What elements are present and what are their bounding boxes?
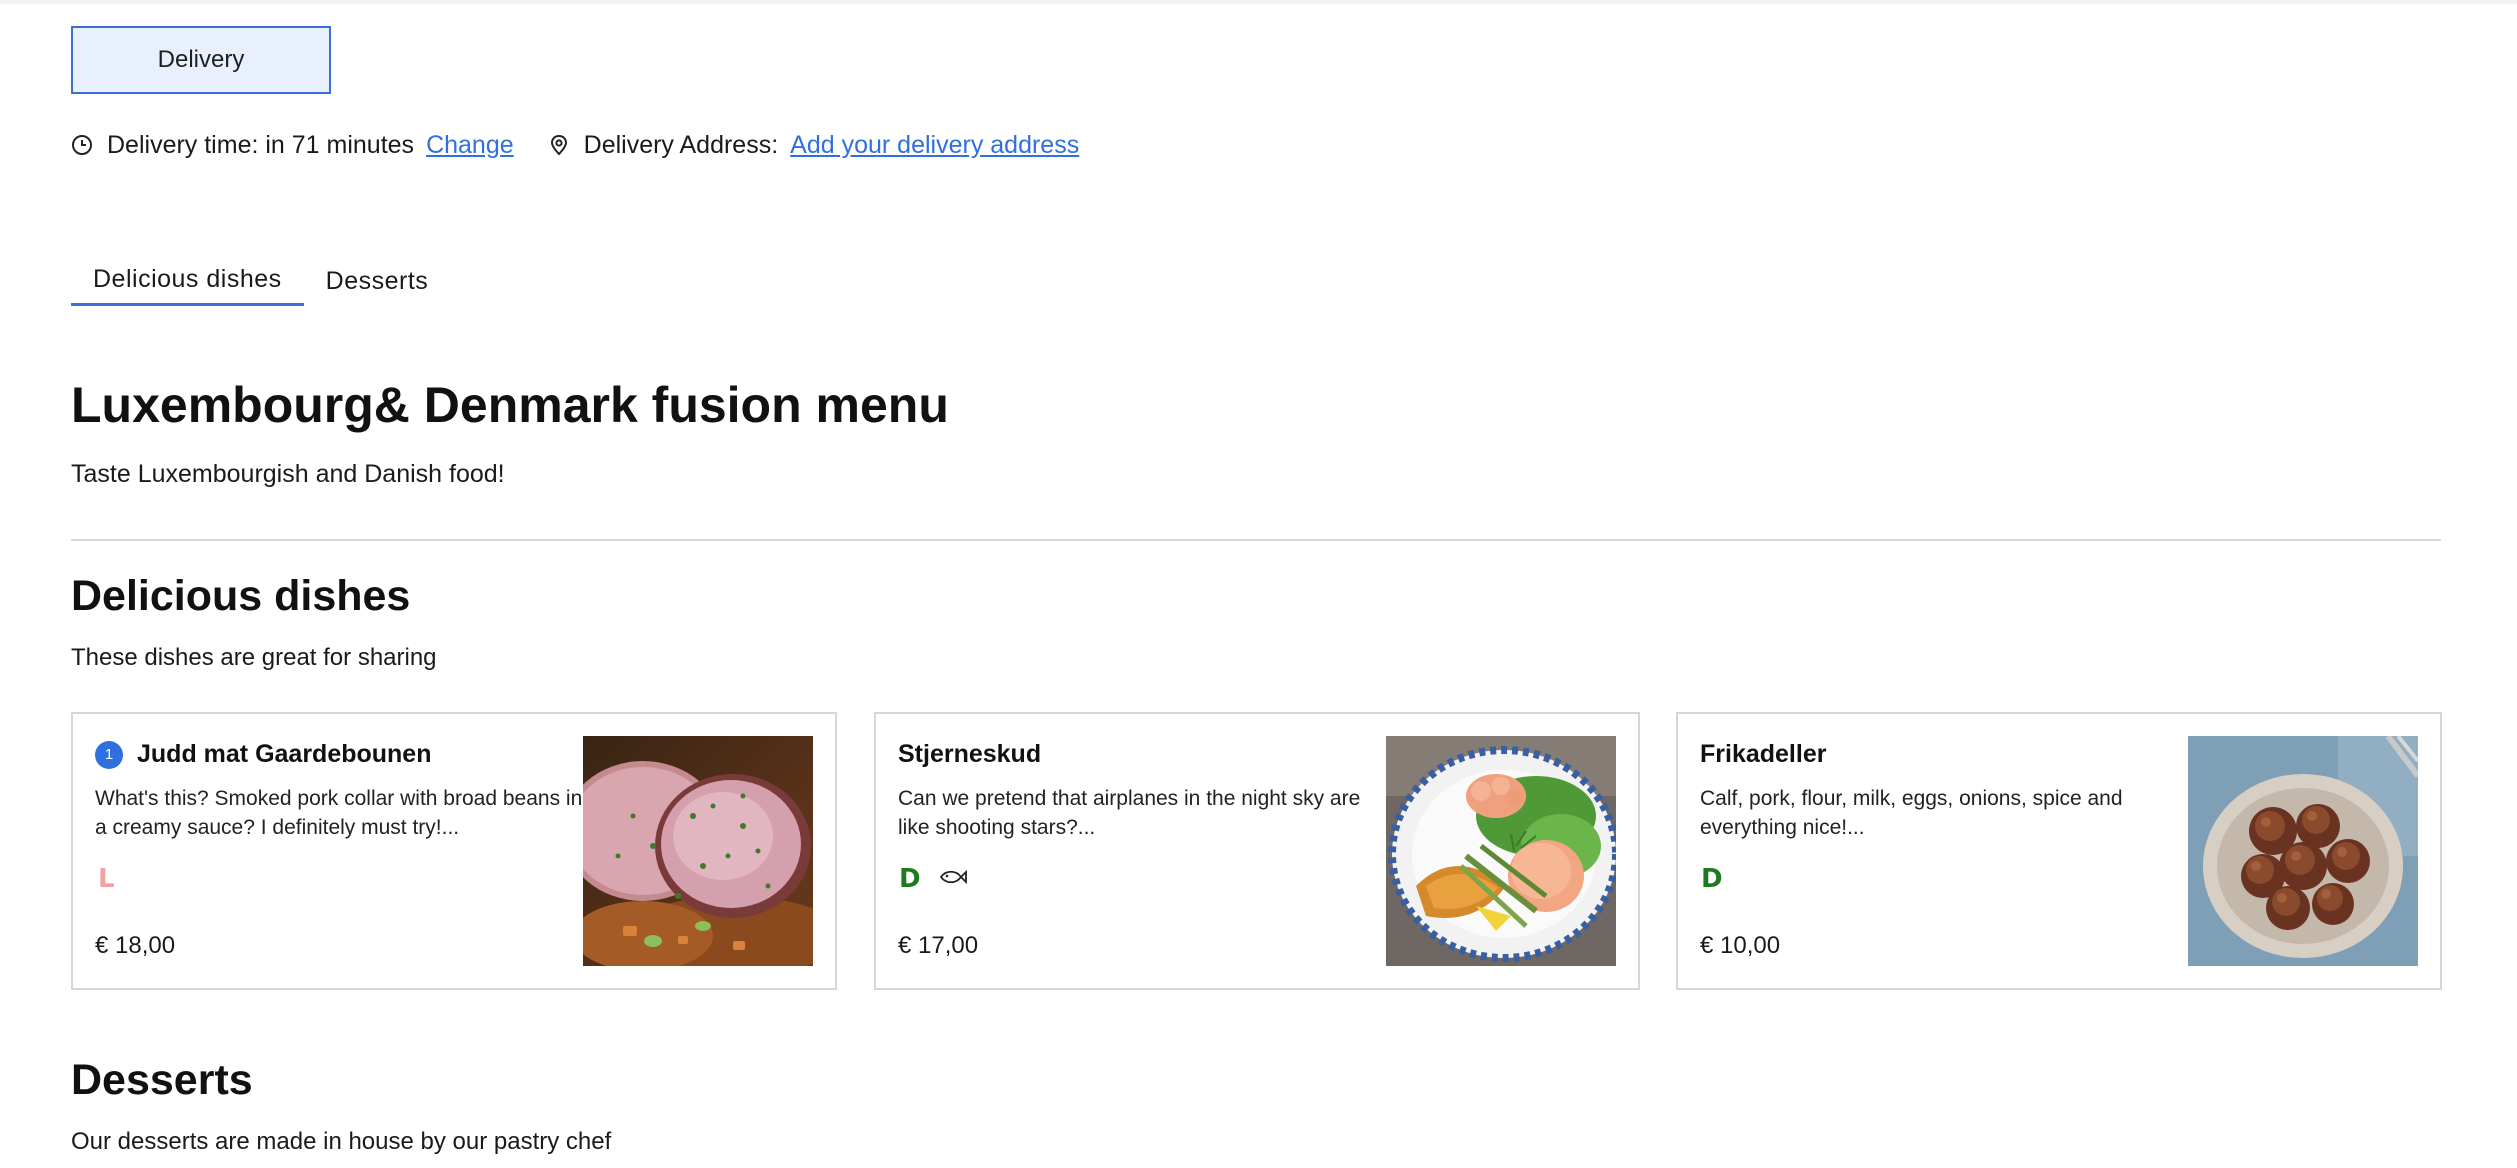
dish-name: Frikadeller: [1700, 740, 1826, 769]
smoked-pork-collar-photo: [583, 736, 813, 966]
section-subtitle-desserts: Our desserts are made in house by our pa…: [71, 1128, 612, 1155]
dish-name-text: Frikadeller: [1700, 740, 1827, 768]
fish-icon: [938, 866, 968, 888]
dish-name: 1 Judd mat Gaardebounen: [95, 740, 431, 769]
fish-salad-plate-photo: [1386, 736, 1616, 966]
dish-description: Calf, pork, flour, milk, eggs, onions, s…: [1700, 787, 2123, 839]
tab-delicious-dishes[interactable]: Delicious dishes: [71, 256, 304, 306]
dairy-tag-letter: D: [1701, 864, 1723, 892]
lactose-tag-icon: L: [95, 862, 119, 892]
dish-price: € 17,00: [898, 932, 979, 959]
dish-tags: L: [95, 862, 135, 892]
delivery-address-label: Delivery Address:: [583, 130, 779, 159]
menu-subtitle: Taste Luxembourgish and Danish food!: [71, 460, 505, 488]
section-subtitle-delicious-dishes: These dishes are great for sharing: [71, 644, 437, 671]
tab-desserts[interactable]: Desserts: [304, 256, 451, 306]
lactose-tag-letter: L: [98, 864, 115, 892]
dish-name-text: Judd mat Gaardebounen: [137, 740, 432, 768]
dish-tags: D: [1700, 862, 1740, 892]
dish-name-text: Stjerneskud: [898, 740, 1042, 768]
dairy-tag-letter: D: [899, 864, 921, 892]
top-border: [0, 0, 2517, 4]
menu-title: Luxembourg& Denmark fusion menu: [71, 377, 949, 433]
dish-description: What's this? Smoked pork collar with bro…: [95, 787, 583, 839]
dairy-tag-icon: D: [1700, 862, 1724, 892]
dish-name: Stjerneskud: [898, 740, 1041, 769]
delivery-time-text: Delivery time: in 71 minutes: [107, 130, 415, 159]
divider: [71, 539, 2441, 541]
dairy-tag-icon: D: [898, 862, 922, 892]
change-time-link[interactable]: Change: [426, 131, 514, 160]
section-title-desserts: Desserts: [71, 1056, 253, 1104]
section-title-delicious-dishes: Delicious dishes: [71, 572, 411, 620]
cart-count-badge: 1: [95, 740, 123, 769]
location-pin-icon: [548, 134, 570, 156]
dish-card-stjerneskud[interactable]: Stjerneskud Can we pretend that airplane…: [874, 712, 1640, 990]
menu-tabs: Delicious dishes Desserts: [71, 256, 450, 308]
meatballs-plate-photo: [2188, 736, 2418, 966]
add-address-link[interactable]: Add your delivery address: [790, 131, 1079, 160]
dish-card-judd-mat-gaardebounen[interactable]: 1 Judd mat Gaardebounen What's this? Smo…: [71, 712, 837, 990]
dish-price: € 18,00: [95, 932, 176, 959]
clock-icon: [71, 134, 93, 156]
delivery-info-row: Delivery time: in 71 minutes Change Deli…: [71, 128, 1079, 162]
dish-price: € 10,00: [1700, 932, 1781, 959]
dish-description: Can we pretend that airplanes in the nig…: [898, 787, 1361, 839]
dish-card-frikadeller[interactable]: Frikadeller Calf, pork, flour, milk, egg…: [1676, 712, 2442, 990]
delivery-button[interactable]: Delivery: [71, 26, 331, 94]
dish-tags: D: [898, 862, 984, 892]
